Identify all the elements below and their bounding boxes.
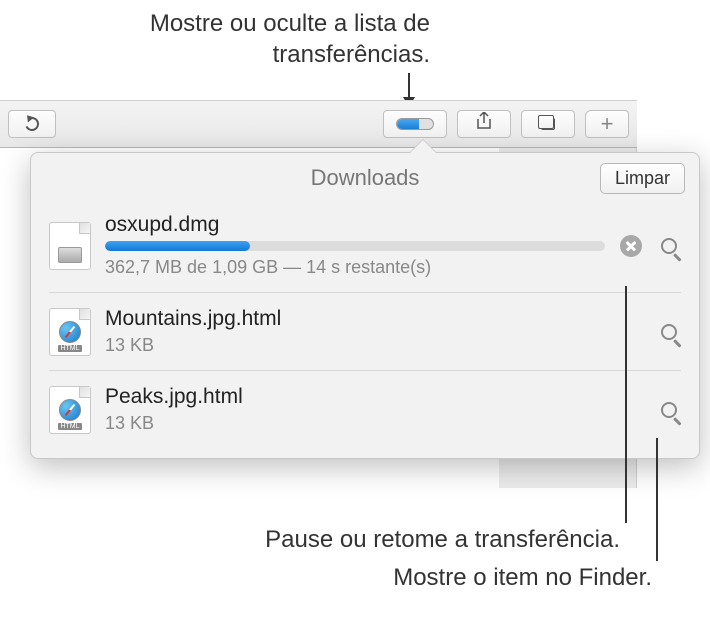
item-actions bbox=[657, 320, 681, 344]
file-icon-dmg bbox=[49, 222, 91, 270]
file-icon-html: HTML bbox=[49, 308, 91, 356]
downloads-popover: Downloads Limpar osxupd.dmg 362,7 MB de … bbox=[30, 152, 700, 459]
file-name: Peaks.jpg.html bbox=[105, 385, 643, 409]
file-name: Mountains.jpg.html bbox=[105, 307, 643, 331]
file-status: 13 KB bbox=[105, 335, 643, 356]
file-status: 362,7 MB de 1,09 GB — 14 s restante(s) bbox=[105, 257, 605, 278]
magnify-icon bbox=[661, 402, 677, 418]
share-icon bbox=[476, 112, 492, 135]
download-item[interactable]: HTML Peaks.jpg.html 13 KB bbox=[49, 371, 681, 448]
plus-icon: + bbox=[601, 111, 614, 137]
reload-icon bbox=[23, 115, 41, 133]
downloads-button[interactable] bbox=[383, 110, 447, 138]
callout-pause-resume: Pause ou retome a transferência. bbox=[265, 526, 620, 554]
close-circle-icon bbox=[620, 235, 642, 257]
file-icon-html: HTML bbox=[49, 386, 91, 434]
new-tab-button[interactable]: + bbox=[585, 110, 629, 138]
progress-bar bbox=[105, 241, 605, 251]
download-item[interactable]: osxupd.dmg 362,7 MB de 1,09 GB — 14 s re… bbox=[49, 199, 681, 293]
progress-fill bbox=[105, 241, 250, 251]
download-list: osxupd.dmg 362,7 MB de 1,09 GB — 14 s re… bbox=[31, 199, 699, 458]
item-actions bbox=[657, 398, 681, 422]
share-button[interactable] bbox=[457, 110, 511, 138]
item-actions bbox=[619, 234, 681, 258]
popover-header: Downloads Limpar bbox=[31, 153, 699, 199]
tabs-icon bbox=[541, 118, 555, 130]
clear-button[interactable]: Limpar bbox=[600, 163, 685, 194]
callout-leader-line bbox=[625, 286, 627, 523]
show-in-finder-button[interactable] bbox=[657, 234, 681, 258]
file-info: osxupd.dmg 362,7 MB de 1,09 GB — 14 s re… bbox=[105, 213, 605, 278]
callout-toggle-downloads: Mostre ou oculte a lista de transferênci… bbox=[100, 8, 430, 70]
popover-title: Downloads bbox=[45, 165, 685, 191]
show-in-finder-button[interactable] bbox=[657, 398, 681, 422]
file-info: Peaks.jpg.html 13 KB bbox=[105, 385, 643, 434]
callout-show-finder: Mostre o item no Finder. bbox=[393, 564, 652, 592]
file-name: osxupd.dmg bbox=[105, 213, 605, 237]
reload-button[interactable] bbox=[8, 110, 56, 138]
cancel-download-button[interactable] bbox=[619, 234, 643, 258]
file-status: 13 KB bbox=[105, 413, 643, 434]
file-info: Mountains.jpg.html 13 KB bbox=[105, 307, 643, 356]
safari-toolbar: + bbox=[0, 100, 637, 148]
magnify-icon bbox=[661, 324, 677, 340]
show-in-finder-button[interactable] bbox=[657, 320, 681, 344]
download-item[interactable]: HTML Mountains.jpg.html 13 KB bbox=[49, 293, 681, 371]
magnify-icon bbox=[661, 238, 677, 254]
show-tabs-button[interactable] bbox=[521, 110, 575, 138]
downloads-progress-icon bbox=[396, 118, 434, 130]
callout-leader-line bbox=[656, 438, 658, 561]
